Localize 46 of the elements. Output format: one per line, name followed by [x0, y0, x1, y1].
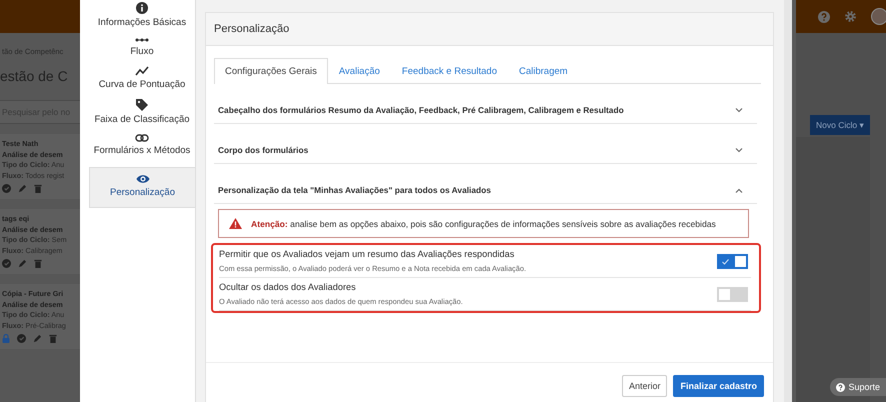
check-circle-icon[interactable] — [17, 334, 26, 343]
tab[interactable]: Feedback e Resultado — [390, 58, 508, 84]
settings-icon[interactable] — [844, 10, 857, 23]
avatar[interactable] — [871, 8, 886, 25]
nav-item[interactable]: Faixa de Classificação — [89, 99, 195, 134]
dots-icon — [135, 37, 149, 43]
finish-button[interactable]: Finalizar cadastro — [673, 375, 764, 397]
trash-icon[interactable] — [34, 184, 42, 193]
help-icon — [836, 382, 846, 392]
nav-item[interactable]: Curva de Pontuação — [89, 66, 195, 99]
option-title: Permitir que os Avaliados vejam um resumo das Avaliações respondidas — [219, 249, 516, 259]
check-circle-icon[interactable] — [2, 184, 11, 193]
check-circle-icon[interactable] — [2, 259, 11, 268]
option-title: Ocultar os dados dos Avaliadores — [219, 282, 357, 292]
support-button[interactable]: Suporte — [830, 378, 886, 396]
toggle-switch[interactable] — [717, 286, 748, 302]
section-title: Corpo dos formulários — [218, 145, 308, 155]
pencil-icon[interactable] — [18, 259, 27, 268]
trash-icon[interactable] — [34, 259, 42, 268]
back-button[interactable]: Anterior — [622, 375, 668, 397]
eye-icon — [136, 174, 150, 184]
chevron-icon[interactable] — [735, 108, 743, 112]
nav-item[interactable]: Fluxo — [89, 37, 195, 66]
tab[interactable]: Avaliação — [328, 58, 391, 84]
alert-text: Atenção: analise bem as opções abaixo, pois são configurações de informações sensíveis sobre as avaliações recebidas — [251, 218, 716, 228]
chevron-icon[interactable] — [735, 188, 743, 192]
line-chart-icon — [135, 66, 149, 76]
link-icon — [135, 134, 149, 142]
help-icon[interactable] — [818, 10, 830, 22]
pencil-icon[interactable] — [18, 184, 27, 193]
chevron-icon[interactable] — [735, 148, 743, 152]
nav-item[interactable]: Personalização — [89, 167, 195, 208]
section-title: Personalização da tela "Minhas Avaliações" para todos os Avaliados — [218, 185, 491, 195]
trash-icon[interactable] — [49, 334, 57, 343]
pencil-icon[interactable] — [33, 334, 42, 343]
nav-item[interactable]: Informações Básicas — [89, 2, 195, 37]
tab[interactable]: Configurações Gerais — [214, 58, 328, 84]
tag-icon — [136, 99, 148, 111]
panel-title: Personalização — [206, 13, 773, 46]
check-icon — [722, 258, 729, 264]
warning-icon — [229, 218, 242, 229]
toggle-switch[interactable] — [717, 254, 748, 268]
new-cycle-button[interactable]: Novo Ciclo ▾ — [810, 115, 870, 135]
section-title: Cabeçalho dos formulários Resumo da Avaliação, Feedback, Pré Calibragem, Calibragem e Resultado — [218, 105, 624, 115]
nav-item[interactable]: Formulários x Métodos — [89, 134, 195, 165]
tab[interactable]: Calibragem — [508, 58, 579, 84]
